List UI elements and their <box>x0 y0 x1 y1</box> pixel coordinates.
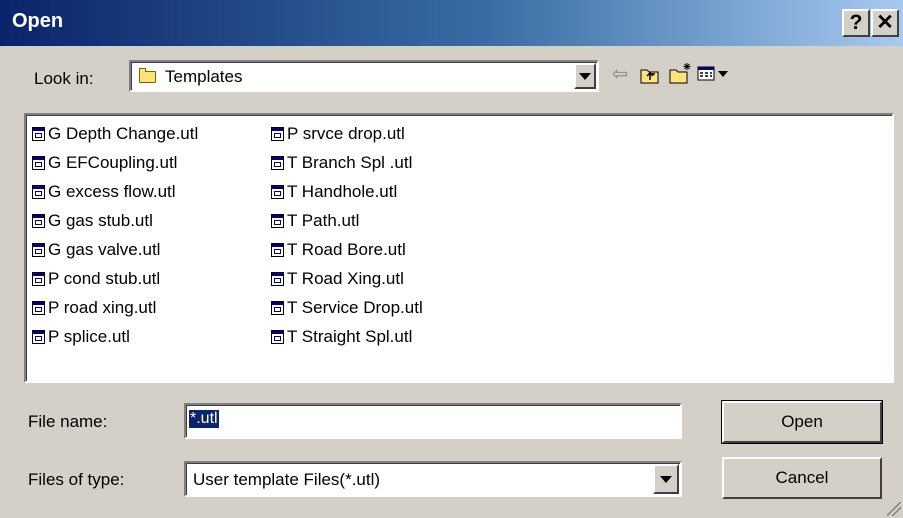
list-item[interactable]: P splice.utl <box>32 322 198 351</box>
file-list[interactable]: G Depth Change.utl G EFCoupling.utl G ex… <box>24 113 894 383</box>
list-item[interactable]: P road xing.utl <box>32 293 198 322</box>
template-file-icon <box>32 300 45 315</box>
template-file-icon <box>271 271 284 286</box>
file-name-label: File name: <box>28 412 108 431</box>
list-item[interactable]: T Road Bore.utl <box>271 235 423 264</box>
look-in-label: Look in: <box>34 69 94 88</box>
template-file-icon <box>32 329 45 344</box>
new-folder-icon[interactable] <box>669 62 693 90</box>
template-file-icon <box>271 126 284 141</box>
folder-icon <box>139 68 156 83</box>
list-item[interactable]: G gas stub.utl <box>32 206 198 235</box>
look-in-dropdown-button[interactable] <box>574 63 596 89</box>
list-item[interactable]: G EFCoupling.utl <box>32 148 198 177</box>
look-in-dropdown[interactable]: Templates <box>129 60 599 92</box>
close-button[interactable]: ✕ <box>871 9 899 37</box>
file-name-input[interactable]: *.utl <box>184 403 682 439</box>
open-button[interactable]: Open <box>721 400 883 444</box>
file-column-1: G Depth Change.utl G EFCoupling.utl G ex… <box>32 119 198 351</box>
dialog-title: Open <box>12 10 64 32</box>
list-item[interactable]: T Path.utl <box>271 206 423 235</box>
template-file-icon <box>271 300 284 315</box>
list-item[interactable]: G gas valve.utl <box>32 235 198 264</box>
list-item[interactable]: T Service Drop.utl <box>271 293 423 322</box>
file-type-label: Files of type: <box>28 470 125 489</box>
file-type-value: User template Files(*.utl) <box>193 470 381 489</box>
template-file-icon <box>32 184 45 199</box>
template-file-icon <box>271 213 284 228</box>
view-menu-icon[interactable] <box>697 66 731 88</box>
file-column-2: P srvce drop.utl T Branch Spl .utl T Han… <box>271 119 423 351</box>
chevron-down-icon <box>660 476 672 483</box>
title-bar[interactable]: Open ? ✕ <box>0 0 903 46</box>
list-item[interactable]: P cond stub.utl <box>32 264 198 293</box>
list-item[interactable]: G excess flow.utl <box>32 177 198 206</box>
file-name-value: *.utl <box>189 410 219 428</box>
resize-grip-icon[interactable] <box>887 502 901 516</box>
chevron-down-icon <box>579 73 591 80</box>
back-icon[interactable]: ⇦ <box>612 64 628 86</box>
template-file-icon <box>32 242 45 257</box>
file-type-dropdown-button[interactable] <box>653 464 679 494</box>
template-file-icon <box>271 184 284 199</box>
template-file-icon <box>271 155 284 170</box>
help-button[interactable]: ? <box>842 9 870 37</box>
template-file-icon <box>32 213 45 228</box>
template-file-icon <box>271 242 284 257</box>
template-file-icon <box>32 126 45 141</box>
open-dialog: Open ? ✕ Look in: Templates ⇦ G Depth Ch… <box>0 0 903 518</box>
look-in-value: Templates <box>165 67 243 86</box>
file-type-dropdown[interactable]: User template Files(*.utl) <box>184 461 682 497</box>
cancel-button[interactable]: Cancel <box>722 457 882 499</box>
template-file-icon <box>271 329 284 344</box>
list-item[interactable]: T Branch Spl .utl <box>271 148 423 177</box>
list-item[interactable]: T Straight Spl.utl <box>271 322 423 351</box>
list-item[interactable]: P srvce drop.utl <box>271 119 423 148</box>
up-folder-icon[interactable] <box>640 66 660 90</box>
list-item[interactable]: T Road Xing.utl <box>271 264 423 293</box>
template-file-icon <box>32 155 45 170</box>
list-item[interactable]: T Handhole.utl <box>271 177 423 206</box>
list-item[interactable]: G Depth Change.utl <box>32 119 198 148</box>
template-file-icon <box>32 271 45 286</box>
